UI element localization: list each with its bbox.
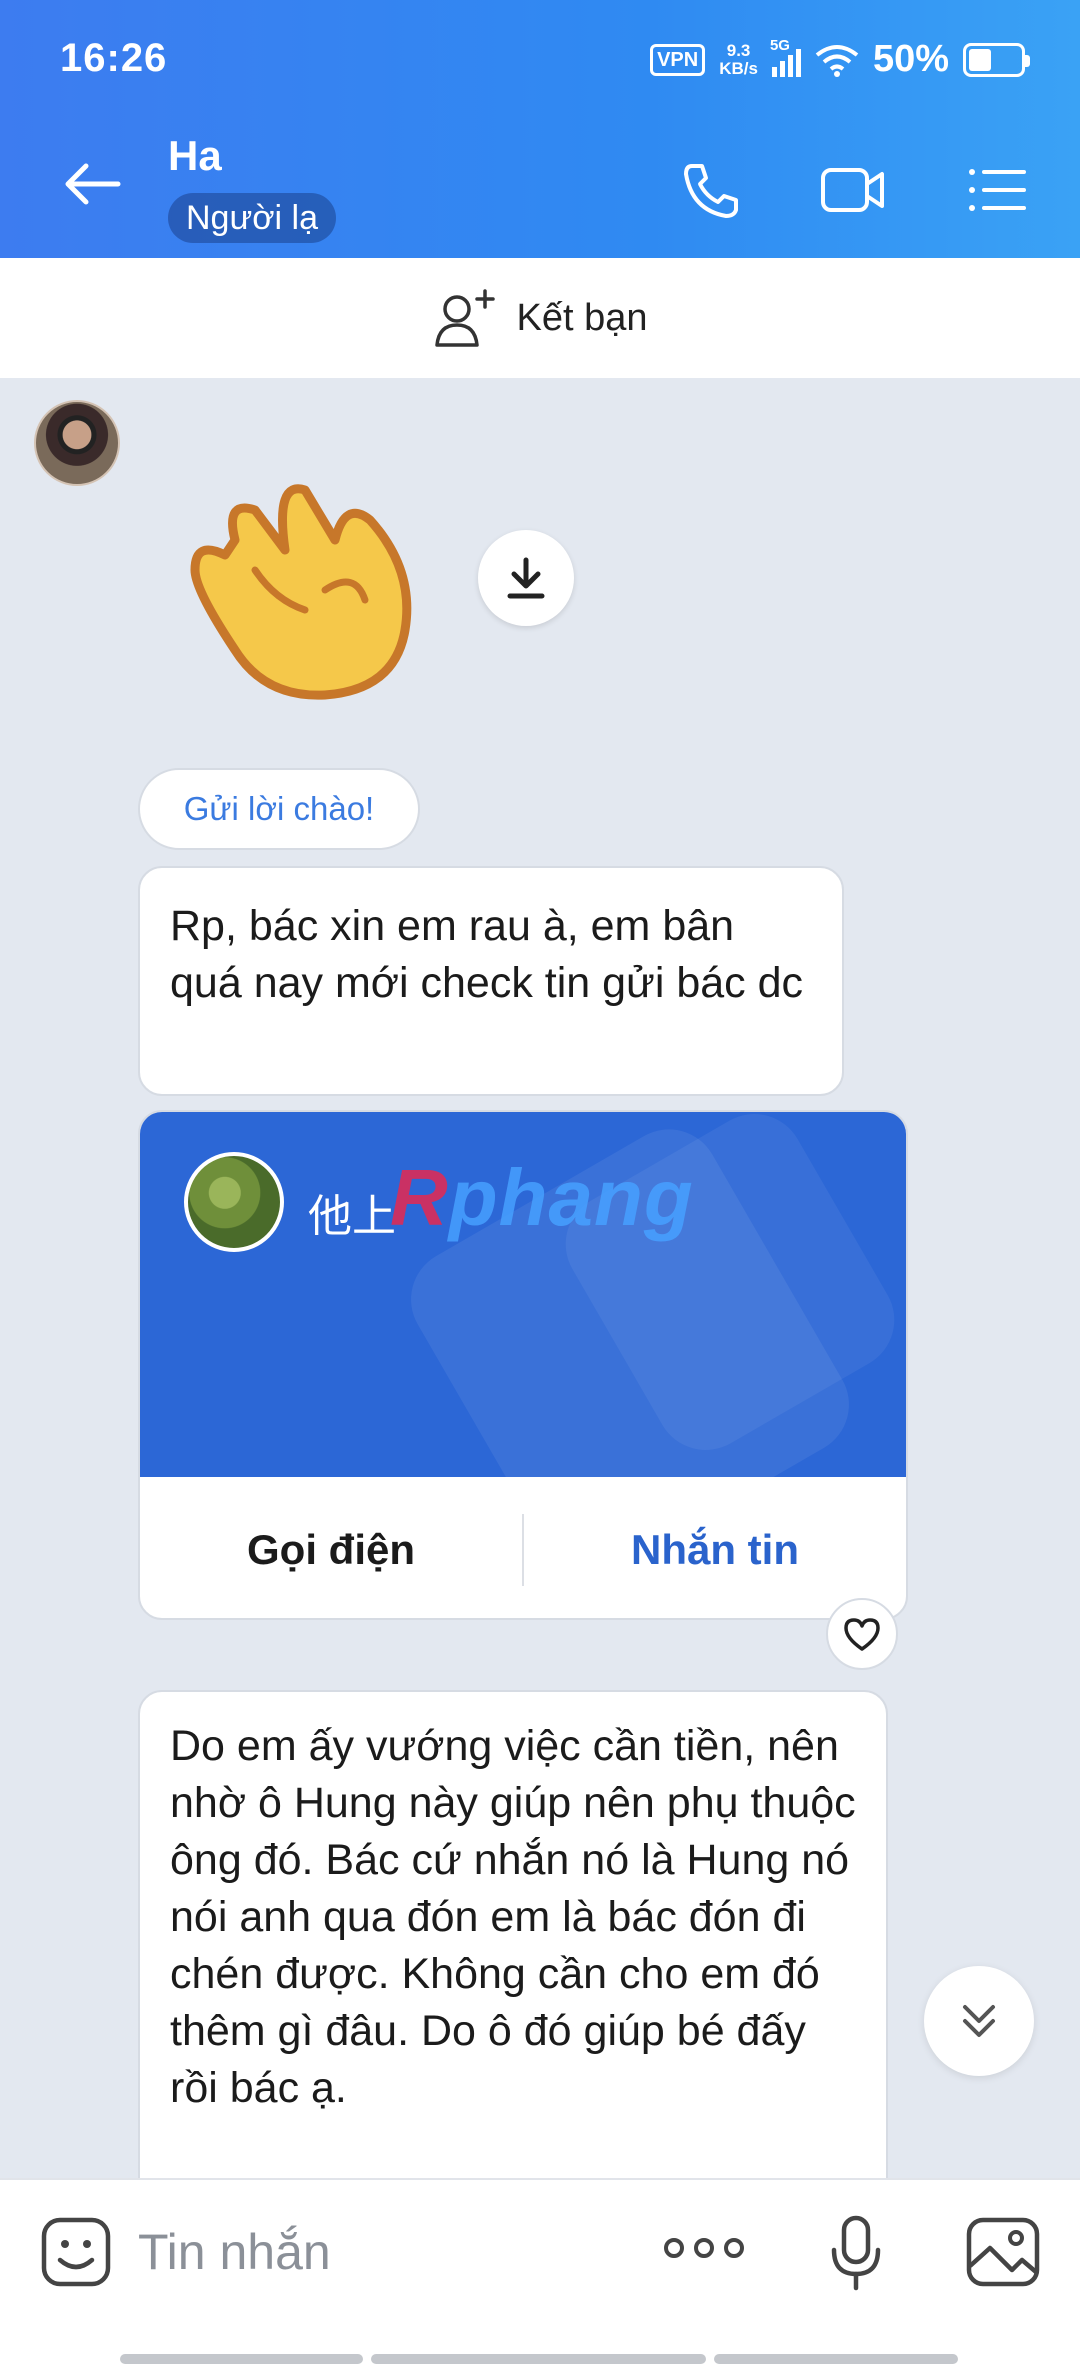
status-icons: VPN 9.3 KB/s 5G 50%	[650, 37, 1030, 81]
stranger-badge: Người lạ	[168, 193, 336, 243]
watermark-logo: Rphang	[390, 1152, 694, 1244]
menu-list-icon[interactable]	[962, 160, 1032, 220]
network-speed-value: 9.3	[726, 40, 751, 60]
watermark-letter: R	[390, 1153, 449, 1242]
contact-card-actions: Gọi điện Nhắn tin	[140, 1477, 906, 1618]
signal-icon: 5G	[770, 37, 801, 77]
image-icon[interactable]	[964, 2214, 1042, 2290]
microphone-icon[interactable]	[828, 2214, 884, 2294]
message-input[interactable]	[138, 2212, 618, 2292]
waving-hand-sticker[interactable]	[175, 460, 435, 720]
wifi-icon	[815, 44, 859, 77]
phone-icon[interactable]	[676, 160, 746, 220]
battery-percent: 50%	[872, 38, 949, 80]
chat-header: 16:26 VPN 9.3 KB/s 5G 50% Ha Người lạ	[0, 0, 1080, 258]
network-type: 5G	[769, 36, 790, 54]
card-message-button[interactable]: Nhắn tin	[524, 1526, 906, 1574]
add-user-icon	[434, 289, 495, 347]
contact-card-message[interactable]: 他上 Rphang Gọi điện Nhắn tin	[138, 1110, 908, 1620]
battery-icon	[963, 42, 1030, 77]
vpn-badge: VPN	[650, 43, 706, 76]
message-bubble[interactable]: Rp, bác xin em rau à, em bân quá nay mới…	[138, 866, 844, 1096]
card-call-button[interactable]: Gọi điện	[140, 1526, 522, 1574]
status-bar: 16:26 VPN 9.3 KB/s 5G 50%	[60, 30, 1030, 90]
contact-name[interactable]: Ha	[168, 132, 222, 180]
card-contact-avatar	[184, 1152, 284, 1252]
sticker-icon[interactable]	[38, 2214, 114, 2290]
network-speed: 9.3 KB/s	[719, 40, 758, 78]
send-greeting-chip[interactable]: Gửi lời chào!	[138, 768, 420, 850]
video-call-icon[interactable]	[818, 160, 888, 220]
add-friend-label: Kết bạn	[516, 296, 648, 339]
double-chevron-down-icon	[963, 2005, 995, 2037]
network-speed-unit: KB/s	[719, 58, 758, 78]
add-friend-button[interactable]: Kết bạn	[0, 258, 1080, 378]
heart-icon	[844, 1618, 880, 1651]
more-options-icon[interactable]	[662, 2228, 746, 2268]
download-button[interactable]	[478, 530, 574, 626]
scroll-to-bottom-button[interactable]	[924, 1966, 1034, 2076]
message-input-bar	[0, 2178, 1080, 2376]
card-contact-name: 他上	[308, 1192, 396, 1241]
contact-avatar[interactable]	[34, 400, 120, 486]
download-icon	[507, 557, 545, 599]
back-arrow-icon[interactable]	[60, 160, 124, 208]
status-time: 16:26	[60, 36, 168, 80]
watermark-text: phang	[448, 1153, 694, 1242]
system-nav-bar	[120, 2354, 960, 2364]
contact-card-header: 他上 Rphang	[140, 1112, 906, 1477]
react-heart-button[interactable]	[826, 1598, 898, 1670]
